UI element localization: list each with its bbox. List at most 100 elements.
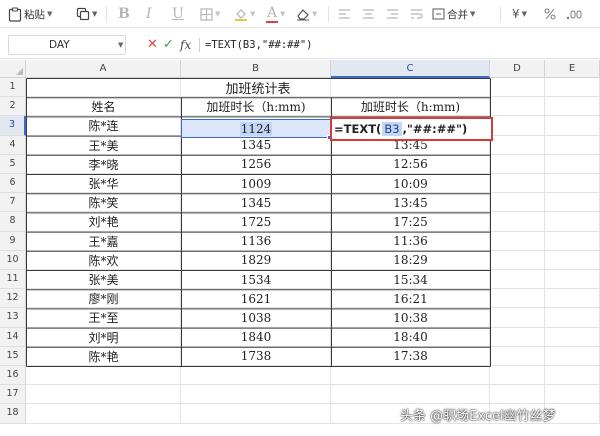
cell-a3-name[interactable]: 陈*连 <box>26 116 181 135</box>
row-header-18[interactable]: 18 <box>0 404 26 424</box>
confirm-icon[interactable]: ✓ <box>163 36 174 54</box>
row-header-11[interactable]: 11 <box>0 270 26 290</box>
cell-c16[interactable] <box>331 366 490 386</box>
cell-d17[interactable] <box>490 385 545 405</box>
format-painter-button[interactable]: ▼ <box>76 3 97 25</box>
cell-name[interactable]: 陈*笑 <box>26 193 181 212</box>
cell-e15[interactable] <box>545 346 600 366</box>
cell-e16[interactable] <box>545 366 600 386</box>
underline-button[interactable]: U <box>172 3 184 25</box>
cell-e14[interactable] <box>545 327 600 347</box>
row-header-15[interactable]: 15 <box>0 346 26 366</box>
cell-raw-duration[interactable]: 1345 <box>181 193 331 212</box>
cell-d11[interactable] <box>490 270 545 290</box>
cell-e7[interactable] <box>545 193 600 213</box>
cell-e11[interactable] <box>545 270 600 290</box>
column-header-c[interactable]: C <box>331 60 490 78</box>
cell-formatted-duration[interactable]: 18:29 <box>331 251 490 270</box>
cell-e3[interactable] <box>545 116 600 136</box>
cell-a16[interactable] <box>26 366 181 386</box>
merge-button[interactable]: 合并 ▼ <box>432 3 475 25</box>
cell-raw-duration[interactable]: 1725 <box>181 212 331 231</box>
cell-name[interactable]: 王*至 <box>26 308 181 327</box>
cell-formatted-duration[interactable]: 10:38 <box>331 308 490 327</box>
row-header-16[interactable]: 16 <box>0 366 26 386</box>
cell-d8[interactable] <box>490 212 545 232</box>
cell-raw-duration[interactable]: 1009 <box>181 174 331 193</box>
cell-name[interactable]: 陈*欢 <box>26 251 181 270</box>
cell-raw-duration[interactable]: 1621 <box>181 289 331 308</box>
cell-raw-duration[interactable]: 1840 <box>181 328 331 347</box>
cell-d13[interactable] <box>490 308 545 328</box>
cell-name[interactable]: 刘*艳 <box>26 212 181 231</box>
cell-d14[interactable] <box>490 327 545 347</box>
row-header-12[interactable]: 12 <box>0 289 26 309</box>
cell-a18[interactable] <box>26 404 181 424</box>
row-header-10[interactable]: 10 <box>0 250 26 270</box>
cell-a17[interactable] <box>26 385 181 405</box>
italic-button[interactable]: I <box>146 3 152 25</box>
cell-d15[interactable] <box>490 346 545 366</box>
cell-raw-duration[interactable]: 1829 <box>181 251 331 270</box>
name-box[interactable]: DAY <box>8 35 126 55</box>
fill-color-button[interactable]: ▼ <box>234 3 255 25</box>
cell-d16[interactable] <box>490 366 545 386</box>
cell-e5[interactable] <box>545 154 600 174</box>
cell-formatted-duration[interactable]: 11:36 <box>331 232 490 251</box>
clear-format-button[interactable]: ▼ <box>296 3 317 25</box>
cell-formatted-duration[interactable]: 15:34 <box>331 270 490 289</box>
cell-d10[interactable] <box>490 250 545 270</box>
row-header-3[interactable]: 3 <box>0 116 26 136</box>
cell-raw-duration[interactable]: 1345 <box>181 136 331 155</box>
cell-name[interactable]: 李*晓 <box>26 155 181 174</box>
column-header-b[interactable]: B <box>181 60 331 78</box>
row-header-4[interactable]: 4 <box>0 135 26 155</box>
cell-c3-editor[interactable]: =TEXT( B3 ,"##:##") <box>330 117 493 141</box>
percent-format-button[interactable] <box>544 3 556 25</box>
cell-d12[interactable] <box>490 289 545 309</box>
font-color-button[interactable]: A ▼ <box>266 3 285 25</box>
cell-e17[interactable] <box>545 385 600 405</box>
cell-d6[interactable] <box>490 174 545 194</box>
cell-d2[interactable] <box>490 97 545 117</box>
cell-name[interactable]: 陈*艳 <box>26 347 181 366</box>
cell-e8[interactable] <box>545 212 600 232</box>
cell-e2[interactable] <box>545 97 600 117</box>
align-center-button[interactable] <box>362 3 375 25</box>
row-header-17[interactable]: 17 <box>0 385 26 405</box>
paste-button[interactable]: 粘贴 ▼ <box>8 3 52 25</box>
insert-function-icon[interactable]: fx <box>180 36 191 54</box>
cell-b16[interactable] <box>181 366 331 386</box>
cell-d4[interactable] <box>490 135 545 155</box>
formula-input[interactable]: =TEXT(B3,"##:##") <box>205 36 312 54</box>
select-all-corner[interactable] <box>0 60 26 78</box>
cell-d1[interactable] <box>490 78 545 98</box>
cell-d3[interactable] <box>490 116 545 136</box>
row-header-8[interactable]: 8 <box>0 212 26 232</box>
cell-formatted-duration[interactable]: 10:09 <box>331 174 490 193</box>
cell-name[interactable]: 王*美 <box>26 136 181 155</box>
row-header-5[interactable]: 5 <box>0 154 26 174</box>
decimal-format-button[interactable] <box>566 3 584 25</box>
row-header-1[interactable]: 1 <box>0 78 26 98</box>
cell-formatted-duration[interactable]: 13:45 <box>331 193 490 212</box>
column-header-e[interactable]: E <box>545 60 600 78</box>
cell-raw-duration[interactable]: 1534 <box>181 270 331 289</box>
cell-raw-duration[interactable]: 1256 <box>181 155 331 174</box>
cell-e1[interactable] <box>545 78 600 98</box>
row-header-6[interactable]: 6 <box>0 174 26 194</box>
cell-d5[interactable] <box>490 154 545 174</box>
cell-e9[interactable] <box>545 231 600 251</box>
cell-raw-duration[interactable]: 1038 <box>181 308 331 327</box>
cell-formatted-duration[interactable]: 17:25 <box>331 212 490 231</box>
cell-raw-duration[interactable]: 1738 <box>181 347 331 366</box>
cell-name[interactable]: 张*美 <box>26 270 181 289</box>
cell-d7[interactable] <box>490 193 545 213</box>
cell-c17[interactable] <box>331 385 490 405</box>
cell-d9[interactable] <box>490 231 545 251</box>
cell-e13[interactable] <box>545 308 600 328</box>
cell-b3[interactable]: 1124 <box>181 119 331 138</box>
cell-name[interactable]: 刘*明 <box>26 328 181 347</box>
cell-name[interactable]: 张*华 <box>26 174 181 193</box>
row-header-2[interactable]: 2 <box>0 97 26 117</box>
